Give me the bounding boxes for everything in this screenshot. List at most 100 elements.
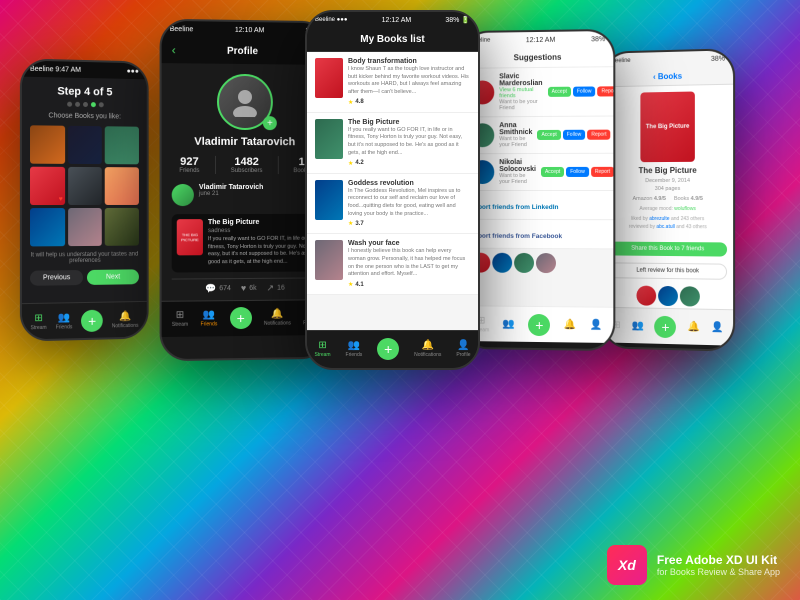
friends-avatar-row [463, 249, 614, 278]
book-item-3[interactable]: Goddess revolution In The Goddess Revolu… [307, 174, 478, 235]
p5-tab-notifications[interactable]: 🔔 [687, 321, 699, 332]
book-cover-2[interactable] [68, 126, 102, 164]
phone-step4: Beeline 9:47 AM ●●● Step 4 of 5 Choose B… [20, 58, 149, 341]
book-cover-1[interactable] [30, 125, 65, 164]
p2-tab-friends[interactable]: 👥 Friends [201, 310, 218, 328]
star-icon-3: ★ [348, 220, 353, 227]
suggestions-header: Suggestions [463, 47, 614, 69]
dot-3 [83, 102, 88, 107]
review-book-button[interactable]: Left review for this book [609, 262, 727, 279]
book-cover-5[interactable] [68, 167, 102, 205]
add-button[interactable]: + [81, 309, 103, 331]
books-list-header: My Books list [307, 28, 478, 52]
linkedin-import[interactable]: Import friends from LinkedIn [463, 191, 614, 220]
p3-tab-profile[interactable]: 👤 Profile [456, 340, 470, 358]
p3-tab-stream[interactable]: ⊞ Stream [314, 340, 330, 358]
rating-num-1: 4.8 [355, 99, 363, 105]
facebook-import[interactable]: Import friends from Facebook [463, 220, 614, 250]
heart-count: ♥ 6k [241, 283, 257, 294]
book-cover-goddess [315, 180, 343, 220]
book-cover-3[interactable] [105, 126, 139, 164]
mybooks-title: My Books list [315, 34, 470, 45]
friends-label: Friends [179, 168, 199, 174]
p2-stream-icon: ⊞ [176, 310, 184, 321]
p2-add-button[interactable]: + [230, 307, 252, 329]
stats-row: 927 Friends 1482 Subscribers 1 Books [172, 156, 318, 174]
p4-tab-notifications[interactable]: 🔔 [564, 319, 576, 330]
p2-tab-notifications[interactable]: 🔔 Notifications [264, 309, 291, 327]
p4-tab-profile[interactable]: 👤 [590, 320, 603, 331]
sug-sub-3: Want to be your Friend [499, 173, 536, 185]
p2-tab-stream[interactable]: ⊞ Stream [172, 310, 188, 328]
phone3-tab-bar: ⊞ Stream 👥 Friends + 🔔 Notifications 👤 P… [307, 330, 478, 366]
bp-date: December 9, 2014 [609, 178, 727, 184]
tab-stream[interactable]: ⊞ Stream [30, 312, 46, 330]
report-btn-1[interactable]: Report [597, 86, 613, 96]
accept-btn-1[interactable]: Accept [548, 87, 571, 97]
stat-subscribers: 1482 Subscribers [231, 156, 263, 174]
bp-ratings: Amazon 4.9/5 Books 4.9/5 [609, 196, 727, 202]
book-item-4[interactable]: Wash your face I honestly believe this b… [307, 234, 478, 295]
sug-sub-2: Want to be your Friend [499, 136, 532, 148]
previous-button[interactable]: Previous [30, 270, 83, 286]
tab-notifications[interactable]: 🔔 Notifications [112, 310, 139, 328]
p3-time: 12:12 AM [382, 17, 412, 24]
phone-profile: Beeline 12:10 AM 39% ‹ Profile ⚙ + Vladi… [160, 19, 330, 362]
share-book-button[interactable]: Share this Book to 7 friends [609, 242, 727, 257]
understand-text: It will help us understand your tastes a… [30, 252, 139, 265]
book-info-3: Goddess revolution In The Goddess Revolu… [348, 180, 470, 228]
follow-btn-1[interactable]: Follow [573, 86, 596, 96]
sug-name-2: Anna Smithnick [499, 122, 532, 136]
accept-btn-3[interactable]: Accept [541, 167, 564, 177]
next-button[interactable]: Next [87, 269, 139, 285]
sug-name-3: Nikolai Solocovski [499, 159, 536, 173]
report-btn-3[interactable]: Report [591, 167, 613, 177]
p4-add-button[interactable]: + [528, 313, 550, 335]
choose-label: Choose Books you like: [30, 112, 139, 121]
subscribers-label: Subscribers [231, 168, 263, 174]
p2-friends-label: Friends [201, 322, 218, 328]
follow-btn-2[interactable]: Follow [563, 130, 586, 140]
branding-main-text: Free Adobe XD UI Kit [657, 553, 780, 567]
book-cover-7[interactable] [30, 208, 65, 246]
p5-tab-profile[interactable]: 👤 [711, 322, 724, 333]
p5-tab-friends[interactable]: 👥 [632, 320, 644, 331]
book-cover-9[interactable] [105, 208, 139, 246]
stream-icon: ⊞ [34, 312, 42, 323]
book-text-4: I honestly believe this book can help ev… [348, 248, 470, 279]
p3-tab-friends[interactable]: 👥 Friends [346, 340, 363, 358]
p3-notifications-label: Notifications [414, 352, 441, 358]
average-mood: Average mood: woluflows [609, 206, 727, 212]
follow-btn-3[interactable]: Follow [566, 167, 589, 177]
step-title: Step 4 of 5 [30, 85, 139, 99]
avatar-plus-icon[interactable]: + [263, 116, 277, 130]
tab-notifications-label: Notifications [112, 322, 139, 329]
bp-title: The Big Picture [609, 166, 727, 176]
p4-notifications-icon: 🔔 [564, 319, 576, 330]
review-book-section: THE BIG PICTURE The Big Picture sadness … [172, 214, 318, 272]
book-text-3: In The Goddess Revolution, Mel inspires … [348, 188, 470, 219]
p3-stream-label: Stream [314, 352, 330, 358]
sug-btns-3: Accept Follow Report [541, 167, 613, 177]
comment-count: 💬 674 [205, 283, 231, 294]
p4-tab-friends[interactable]: 👥 [503, 319, 515, 330]
report-btn-2[interactable]: Report [587, 130, 610, 140]
book-friend-2 [658, 286, 678, 306]
book-cover-4[interactable]: ♥ [30, 167, 65, 205]
book-cover-8[interactable] [68, 208, 102, 246]
sug-sub-1: Want to be your Friend [499, 99, 542, 111]
book-item-2[interactable]: The Big Picture If you really want to GO… [307, 113, 478, 174]
phone1-battery: ●●● [127, 67, 139, 74]
accept-btn-2[interactable]: Accept [537, 130, 560, 140]
book-cover-wash [315, 240, 343, 280]
book-cover-6[interactable] [105, 167, 139, 205]
book-item-1[interactable]: Body transformation I know Shaun T as th… [307, 52, 478, 113]
book-info-2: The Big Picture If you really want to GO… [348, 119, 470, 167]
p3-tab-notifications[interactable]: 🔔 Notifications [414, 340, 441, 358]
dot-5 [98, 102, 103, 107]
back-books-link[interactable]: ‹ Books [609, 71, 727, 83]
p3-add-button[interactable]: + [377, 338, 399, 360]
tab-friends[interactable]: 👥 Friends [56, 312, 73, 330]
back-icon[interactable]: ‹ [172, 43, 176, 57]
p5-add-button[interactable]: + [655, 315, 677, 337]
